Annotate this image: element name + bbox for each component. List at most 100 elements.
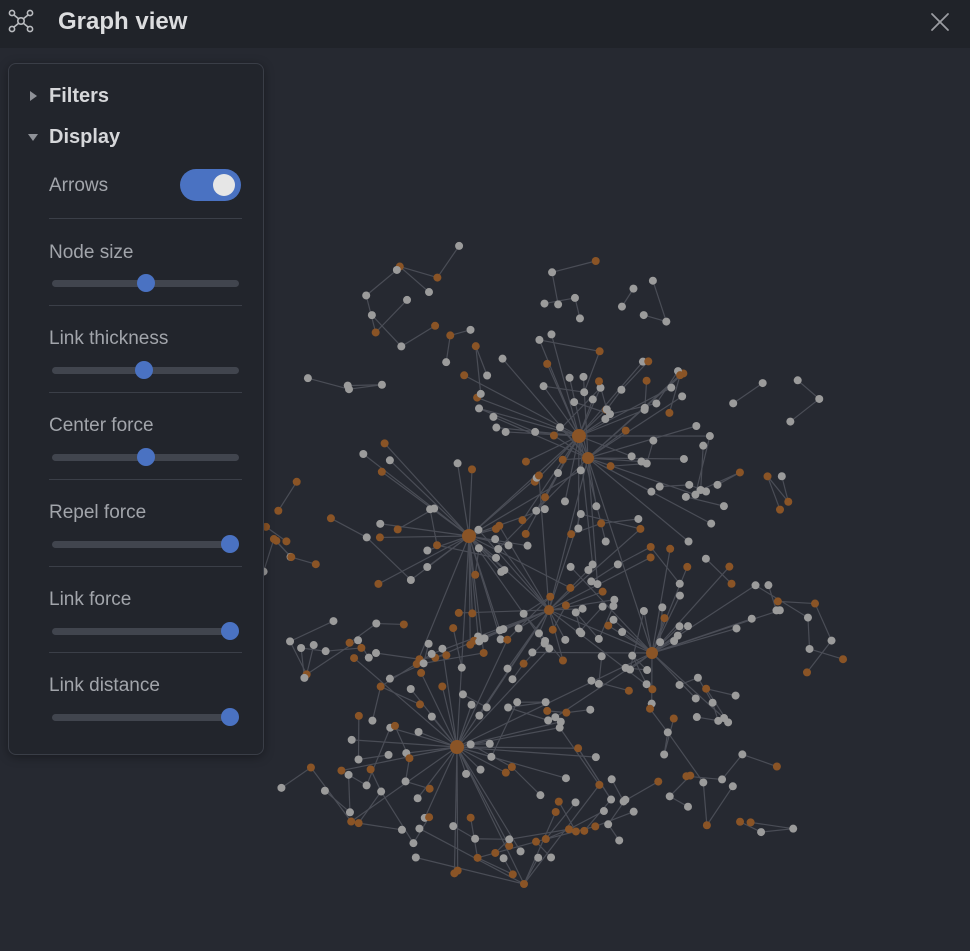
graph-node-note[interactable] [514,624,523,633]
graph-node-tag[interactable] [551,807,560,816]
graph-node-tag[interactable] [702,684,711,693]
graph-node-note[interactable] [523,541,532,550]
graph-node-note[interactable] [699,778,708,787]
graph-node-tag[interactable] [541,493,550,502]
graph-node-tag[interactable] [366,765,375,774]
graph-node-tag[interactable] [491,848,500,857]
graph-node-tag[interactable] [566,583,575,592]
graph-node-tag[interactable] [442,651,451,660]
graph-node-note[interactable] [555,423,564,432]
graph-node-note[interactable] [415,824,424,833]
graph-node-note[interactable] [597,652,606,661]
graph-node-tag[interactable] [377,467,386,476]
graph-node-tag[interactable] [479,648,488,657]
graph-node-note[interactable] [547,853,556,862]
graph-node-tag[interactable] [574,744,583,753]
graph-node-note[interactable] [471,834,480,843]
graph-node-tag[interactable] [326,514,335,523]
graph-node-note[interactable] [675,579,684,588]
graph-node-note[interactable] [655,482,664,491]
graph-node-note[interactable] [487,752,496,761]
graph-node-tag[interactable] [534,471,543,480]
graph-node-note[interactable] [566,562,575,571]
graph-node-note[interactable] [406,575,415,584]
graph-node-note[interactable] [578,604,587,613]
graph-node-note[interactable] [805,644,814,653]
graph-node-tag[interactable] [597,519,606,528]
graph-node-note[interactable] [345,808,354,817]
graph-node-tag[interactable] [624,686,633,695]
graph-node-note[interactable] [732,624,741,633]
graph-node-note[interactable] [718,775,727,784]
graph-node-note[interactable] [384,750,393,759]
graph-node-tag[interactable] [803,668,812,677]
graph-node-tag[interactable] [546,592,555,601]
graph-node-note[interactable] [683,622,692,631]
graph-node-tag[interactable] [274,506,283,515]
graph-node-tag[interactable] [784,497,793,506]
graph-node-note[interactable] [501,427,510,436]
graph-node-tag[interactable] [532,837,541,846]
graph-node-note[interactable] [513,698,522,707]
graph-node-tag[interactable] [468,609,477,618]
graph-node-note[interactable] [411,853,420,862]
graph-node-tag[interactable] [549,431,558,440]
graph-node-note[interactable] [539,382,548,391]
graph-node-tag[interactable] [520,880,528,888]
graph-node-note[interactable] [534,629,543,638]
graph-node-tag[interactable] [763,472,772,481]
graph-node-note[interactable] [570,293,579,302]
graph-node-tag[interactable] [337,766,346,775]
graph-node-note[interactable] [427,649,436,658]
graph-node-note[interactable] [649,436,658,445]
graph-node-note[interactable] [648,276,657,285]
graph-node-tag[interactable] [544,605,554,615]
graph-node-note[interactable] [619,797,628,806]
graph-node-note[interactable] [713,480,722,489]
graph-node-note[interactable] [401,777,410,786]
graph-node-note[interactable] [300,673,309,682]
graph-node-note[interactable] [474,525,483,534]
graph-node-tag[interactable] [666,544,675,553]
graph-node-note[interactable] [629,807,638,816]
graph-node-note[interactable] [660,750,669,759]
graph-node-note[interactable] [442,358,451,367]
graph-node-note[interactable] [377,380,386,389]
graph-node-note[interactable] [757,828,766,837]
graph-node-tag[interactable] [508,870,517,879]
repel-force-slider[interactable] [52,535,239,553]
graph-node-note[interactable] [492,423,501,432]
graph-node-tag[interactable] [345,638,354,647]
graph-node-note[interactable] [827,636,836,645]
graph-node-note[interactable] [685,480,694,489]
graph-node-note[interactable] [309,641,318,650]
graph-node-note[interactable] [534,853,543,862]
graph-node-note[interactable] [504,703,513,712]
graph-node-note[interactable] [482,703,491,712]
graph-node-note[interactable] [466,740,475,749]
graph-node-tag[interactable] [683,562,692,571]
graph-node-note[interactable] [494,544,503,553]
graph-node-note[interactable] [561,635,570,644]
graph-node-tag[interactable] [399,620,408,629]
graph-node-note[interactable] [591,753,600,762]
graph-node-note[interactable] [347,735,356,744]
graph-node-tag[interactable] [311,560,320,569]
graph-node-note[interactable] [708,698,717,707]
graph-node-note[interactable] [576,466,585,475]
graph-node-tag[interactable] [380,439,389,448]
graph-node-tag[interactable] [374,579,383,588]
graph-node-note[interactable] [639,606,648,615]
graph-node-note[interactable] [696,486,705,495]
graph-node-note[interactable] [764,581,773,590]
graph-node-tag[interactable] [591,822,600,831]
graph-node-note[interactable] [541,698,550,707]
graph-node-note[interactable] [618,627,627,636]
graph-node-note[interactable] [504,541,513,550]
graph-node-note[interactable] [427,712,436,721]
graph-node-note[interactable] [628,651,637,660]
graph-node-note[interactable] [555,723,564,732]
graph-node-tag[interactable] [725,562,734,571]
graph-node-note[interactable] [728,782,737,791]
graph-node-tag[interactable] [473,853,482,862]
